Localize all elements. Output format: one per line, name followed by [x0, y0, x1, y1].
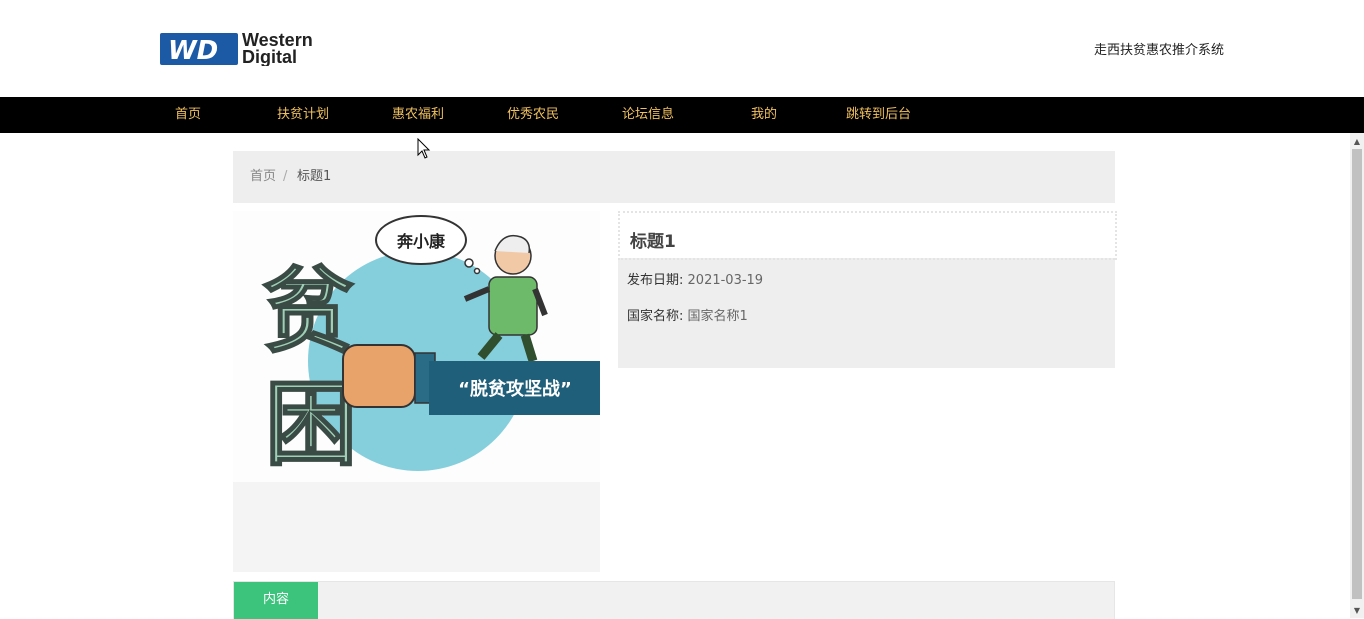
- detail-title: 标题1: [630, 232, 676, 252]
- site-header: WD Western Digital 走西扶贫惠农推介系统: [0, 0, 1364, 97]
- svg-text:WD: WD: [168, 36, 218, 66]
- svg-text:贫: 贫: [262, 258, 354, 365]
- site-title: 走西扶贫惠农推介系统: [1093, 43, 1224, 58]
- svg-text:奔小康: 奔小康: [396, 232, 446, 251]
- mouse-cursor-icon: [417, 138, 431, 159]
- image-panel: 奔小康 贫 困 “脱贫攻坚战”: [233, 211, 600, 572]
- page-scrollbar[interactable]: ▲ ▼: [1350, 133, 1364, 618]
- scroll-down-arrow-icon[interactable]: ▼: [1350, 604, 1364, 618]
- detail-info: 发布日期: 2021-03-19 国家名称: 国家名称1: [618, 258, 1115, 368]
- svg-text:Digital: Digital: [242, 47, 297, 66]
- tab-content[interactable]: 内容: [234, 582, 318, 619]
- western-digital-logo[interactable]: WD Western Digital: [160, 30, 332, 66]
- publish-date-value: 2021-03-19: [687, 273, 764, 288]
- poverty-alleviation-illustration: 奔小康 贫 困 “脱贫攻坚战”: [233, 211, 600, 482]
- breadcrumb-separator: /: [283, 169, 288, 184]
- country-row: 国家名称: 国家名称1: [627, 305, 748, 324]
- nav-item-farmer-welfare[interactable]: 惠农福利: [392, 97, 444, 133]
- main-nav: 首页 扶贫计划 惠农福利 优秀农民 论坛信息 我的 跳转到后台: [0, 97, 1364, 133]
- svg-text:“脱贫攻坚战”: “脱贫攻坚战”: [458, 378, 572, 400]
- content-tab-bar: 内容: [233, 581, 1115, 619]
- nav-item-outstanding-farmers[interactable]: 优秀农民: [507, 97, 559, 133]
- breadcrumb: 首页 / 标题1: [233, 151, 1115, 203]
- country-label: 国家名称:: [627, 309, 684, 324]
- nav-item-forum[interactable]: 论坛信息: [622, 97, 674, 133]
- publish-date-row: 发布日期: 2021-03-19: [627, 269, 763, 288]
- scroll-up-arrow-icon[interactable]: ▲: [1350, 135, 1364, 149]
- nav-item-poverty-plan[interactable]: 扶贫计划: [277, 97, 329, 133]
- nav-item-home[interactable]: 首页: [175, 97, 201, 133]
- scrollbar-thumb[interactable]: [1352, 149, 1362, 599]
- country-value: 国家名称1: [687, 309, 748, 324]
- breadcrumb-current: 标题1: [297, 169, 332, 184]
- publish-date-label: 发布日期:: [627, 273, 684, 288]
- breadcrumb-home-link[interactable]: 首页: [250, 151, 276, 203]
- nav-item-admin[interactable]: 跳转到后台: [846, 97, 911, 133]
- detail-header: 标题1: [618, 211, 1117, 260]
- nav-item-mine[interactable]: 我的: [751, 97, 777, 133]
